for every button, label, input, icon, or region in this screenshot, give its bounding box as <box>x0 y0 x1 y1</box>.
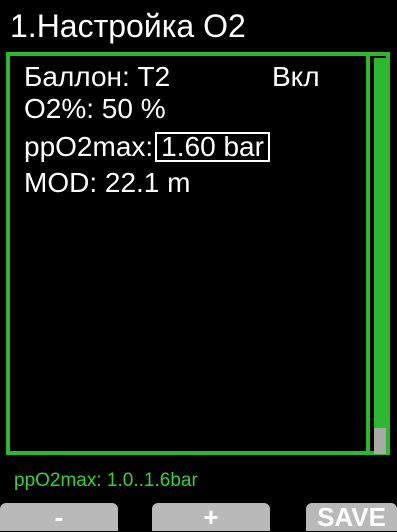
tank-label: Баллон: T2 <box>24 61 171 92</box>
plus-button[interactable]: + <box>152 503 270 531</box>
save-button[interactable]: SAVE <box>306 503 397 531</box>
settings-panel: Баллон: T2 Вкл O2%: 50 % ppO2max: 1.60 ba… <box>6 52 390 455</box>
tank-row[interactable]: Баллон: T2 <box>24 62 170 92</box>
scrollbar[interactable] <box>374 58 386 454</box>
softkey-bar: - + SAVE <box>0 500 397 531</box>
o2-percent-label: O2%: 50 % <box>24 93 166 124</box>
mod-row: MOD: 22.1 m <box>24 168 190 198</box>
range-hint: ppO2max: 1.0..1.6bar <box>14 470 198 491</box>
settings-list: Баллон: T2 Вкл O2%: 50 % ppO2max: 1.60 ba… <box>10 56 370 451</box>
ppo2max-row[interactable]: ppO2max: 1.60 bar <box>24 132 270 162</box>
page-title: 1.Настройка О2 <box>10 8 246 44</box>
ppo2max-label: ppO2max: <box>24 131 154 162</box>
o2-percent-row[interactable]: O2%: 50 % <box>24 94 166 124</box>
minus-button[interactable]: - <box>0 503 118 531</box>
tank-status: Вкл <box>272 61 320 92</box>
mod-label: MOD: 22.1 m <box>24 167 191 198</box>
header: 1.Настройка О2 <box>0 0 397 50</box>
scrollbar-thumb[interactable] <box>374 428 386 454</box>
ppo2max-value-field[interactable]: 1.60 bar <box>155 132 270 162</box>
